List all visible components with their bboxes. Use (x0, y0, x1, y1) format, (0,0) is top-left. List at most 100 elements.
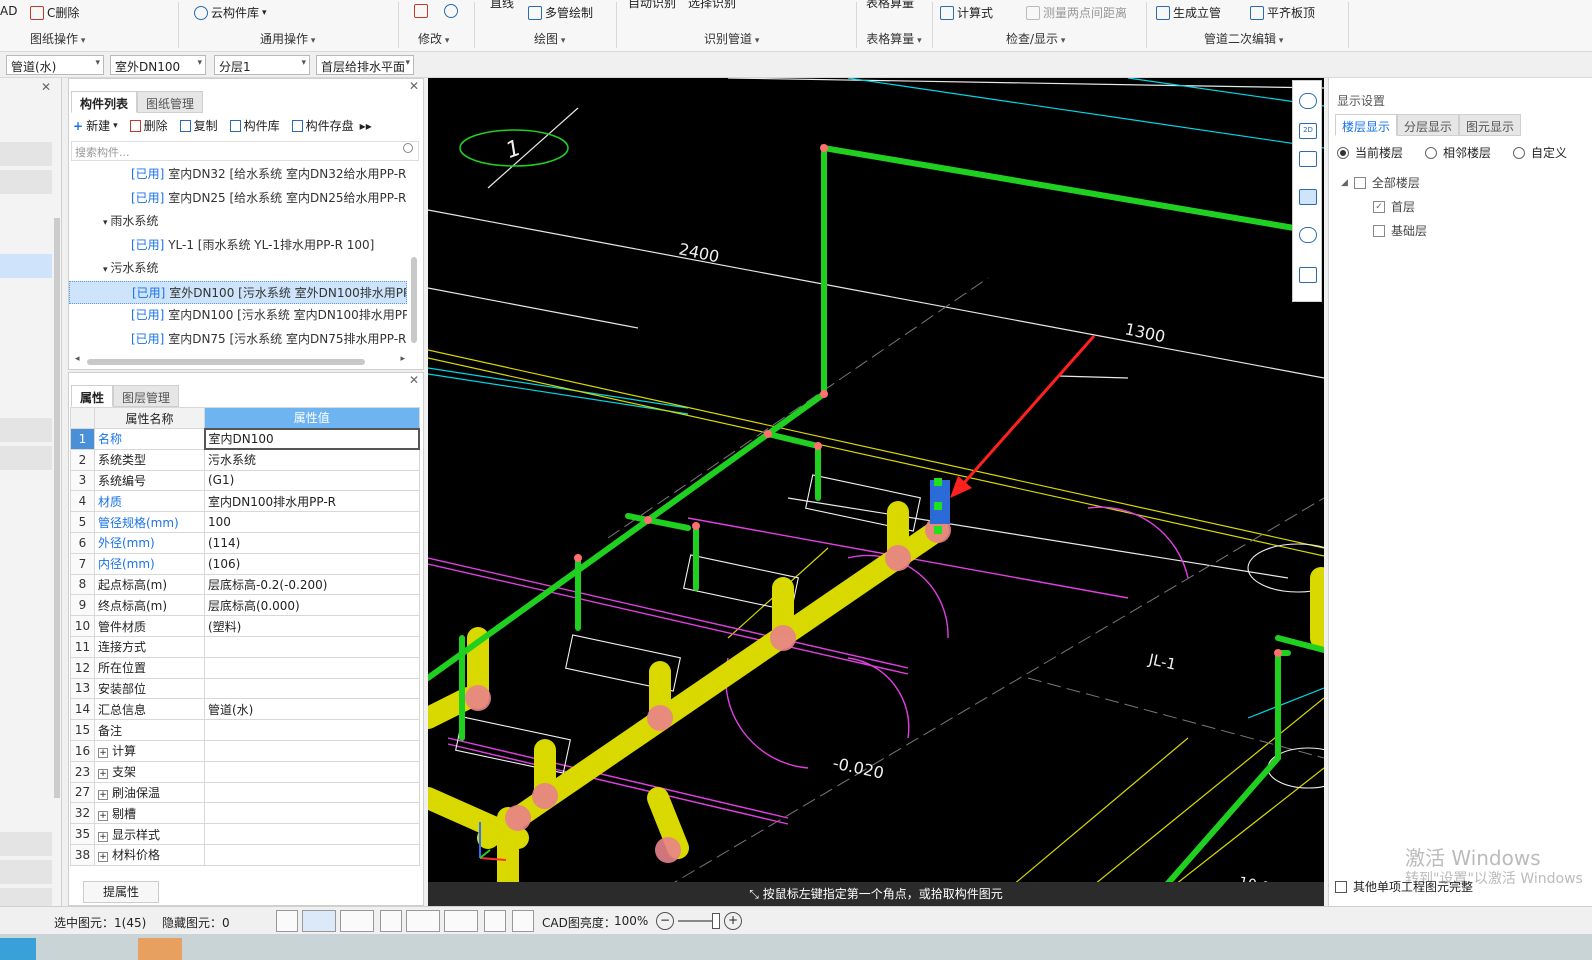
orbit-icon[interactable] (1299, 93, 1317, 109)
comp-lib-button[interactable]: 构件库 (229, 117, 280, 134)
property-value[interactable]: 层底标高(0.000) (204, 594, 420, 617)
straight-line-button[interactable]: 直线 (490, 0, 514, 11)
search-icon[interactable] (403, 143, 413, 153)
tab-drawing-manage[interactable]: 图纸管理 (137, 91, 204, 113)
property-value[interactable]: 室内DN100排水用PP-R (204, 490, 420, 513)
expand-icon[interactable]: + (98, 810, 108, 821)
group-check-display[interactable]: 检查/显示 (1006, 30, 1065, 47)
save-comp-button[interactable]: 构件存盘 (291, 117, 354, 134)
tab-floor-display[interactable]: 楼层显示 (1335, 114, 1398, 136)
property-value[interactable]: 污水系统 (204, 448, 420, 471)
tab-layer-manage[interactable]: 图层管理 (113, 385, 180, 407)
property-value[interactable] (204, 802, 420, 825)
property-value[interactable] (204, 635, 420, 658)
property-row[interactable]: 3 系统编号 (G1) (70, 469, 420, 492)
checkbox-other-complete[interactable]: 其他单项工程图元完整 (1335, 878, 1473, 895)
grip-handle[interactable] (934, 502, 942, 510)
component-select[interactable]: 室外DN100 (110, 55, 206, 75)
property-row[interactable]: 11 连接方式 (70, 635, 420, 658)
property-row[interactable]: 13 安装部位 (70, 677, 420, 700)
drawing-select[interactable]: 首层给排水平面 (316, 55, 414, 75)
taskbar-app[interactable] (0, 938, 36, 960)
tree-item[interactable]: [已用] 室外DN100 [污水系统 室外DN100排水用PP-R 100] (69, 280, 407, 304)
table-calc-button[interactable]: 表格算量 (866, 0, 914, 11)
slider-handle[interactable] (712, 913, 720, 929)
property-value[interactable] (204, 823, 420, 845)
group-common-ops[interactable]: 通用操作 (260, 30, 315, 47)
tab-component-list[interactable]: 构件列表 (71, 91, 138, 113)
property-value[interactable]: (G1) (204, 469, 420, 492)
property-value[interactable]: (塑料) (204, 615, 420, 637)
calc-formula-button[interactable]: 计算式 (940, 4, 993, 21)
property-value[interactable]: (114) (204, 531, 420, 554)
cloud-lib-button[interactable]: 云构件库 ▾ (194, 4, 267, 21)
tree-group[interactable]: ▾ 雨水系统 (69, 210, 407, 234)
copy-button[interactable]: 复制 (179, 117, 218, 134)
delete-button[interactable] (414, 4, 428, 18)
expand-icon[interactable]: + (98, 852, 108, 863)
group-pipe-edit[interactable]: 管道二次编辑 (1204, 30, 1283, 47)
sewer-pipe[interactable] (428, 501, 1324, 906)
expand-icon[interactable]: + (98, 769, 108, 780)
snap-icon[interactable] (444, 910, 478, 932)
property-value[interactable]: 管道(水) (204, 698, 420, 721)
property-value[interactable] (204, 760, 420, 783)
property-row[interactable]: 38 + 材料价格 (70, 843, 420, 866)
list-view-icon[interactable] (1299, 267, 1317, 283)
tab-layer-display[interactable]: 分层显示 (1397, 114, 1460, 136)
auto-identify-button[interactable]: 自动识别 (628, 0, 676, 11)
property-row[interactable]: 9 终点标高(m) 层底标高(0.000) (70, 594, 420, 617)
print-icon[interactable] (484, 910, 506, 932)
property-value[interactable] (204, 719, 420, 741)
checkbox-floor-1[interactable]: ✓ 首层 (1373, 198, 1415, 215)
cross-icon[interactable] (380, 910, 402, 932)
property-value[interactable]: 100 (204, 511, 420, 533)
tree-item[interactable]: [已用] 室内DN32 [给水系统 室内DN32给水用PP-R 32] (69, 163, 407, 187)
property-row[interactable]: 16 + 计算 (70, 739, 420, 762)
2d-view-icon[interactable]: 2D (1299, 123, 1317, 139)
select-identify-button[interactable]: 选择识别 (688, 0, 736, 11)
multi-pipe-button[interactable]: 多管绘制 (528, 4, 593, 21)
property-row[interactable]: 10 管件材质 (塑料) (70, 615, 420, 637)
type-select[interactable]: 管道(水) (6, 55, 104, 75)
property-value[interactable] (204, 677, 420, 700)
grip-handle[interactable] (934, 526, 942, 534)
zoom-in-icon[interactable]: + (724, 912, 742, 930)
expand-icon[interactable]: + (98, 831, 108, 842)
extract-props-button[interactable]: 提属性 (83, 881, 159, 903)
scroll-left-icon[interactable]: ◂ (75, 354, 80, 364)
radio-current-floor[interactable]: 当前楼层 (1337, 144, 1403, 161)
taskbar-app[interactable] (138, 938, 182, 960)
curve-icon[interactable] (512, 910, 534, 932)
nav-item[interactable] (0, 254, 52, 278)
close-icon[interactable]: ✕ (41, 80, 51, 94)
property-row[interactable]: 7 内径(mm) (106) (70, 552, 420, 575)
delete-button[interactable]: 删除 (129, 117, 168, 134)
radio-adjacent-floor[interactable]: 相邻楼层 (1425, 144, 1491, 161)
scrollbar[interactable] (54, 218, 60, 798)
cube-view-icon[interactable] (1299, 189, 1317, 205)
gen-riser-button[interactable]: 生成立管 (1156, 4, 1221, 21)
property-row[interactable]: 1 名称 室内DN100 (70, 427, 420, 451)
group-identify-pipe[interactable]: 识别管道 (704, 30, 759, 47)
rotate-button[interactable] (444, 4, 458, 18)
property-row[interactable]: 12 所在位置 (70, 656, 420, 679)
scroll-right-icon[interactable]: ▸ (400, 354, 405, 364)
property-value[interactable]: 室内DN100 (203, 427, 420, 451)
property-value[interactable] (204, 781, 420, 804)
close-icon[interactable]: ✕ (409, 79, 419, 93)
3d-box-icon[interactable] (340, 910, 374, 932)
property-row[interactable]: 23 + 支架 (70, 760, 420, 783)
property-row[interactable]: 5 管径规格(mm) 100 (70, 511, 420, 533)
property-row[interactable]: 2 系统类型 污水系统 (70, 448, 420, 471)
tab-element-display[interactable]: 图元显示 (1459, 114, 1522, 136)
tab-properties[interactable]: 属性 (71, 385, 114, 407)
vertical-scrollbar[interactable] (411, 257, 417, 343)
nav-item[interactable] (0, 418, 52, 442)
delete-c-button[interactable]: C删除 (30, 4, 79, 21)
checkbox-floor-base[interactable]: 基础层 (1373, 222, 1427, 239)
group-modify[interactable]: 修改 (418, 30, 449, 47)
grip-handle[interactable] (934, 478, 942, 486)
property-row[interactable]: 14 汇总信息 管道(水) (70, 698, 420, 721)
property-row[interactable]: 35 + 显示样式 (70, 823, 420, 845)
